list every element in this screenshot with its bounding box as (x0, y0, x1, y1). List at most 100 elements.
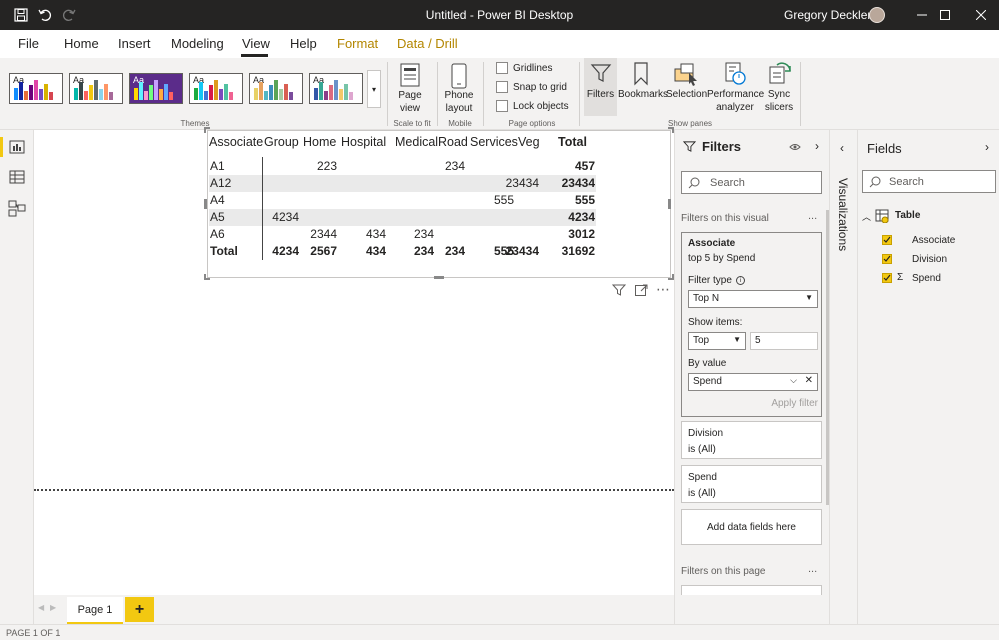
row-header[interactable]: A6 (210, 227, 225, 241)
column-header-medical[interactable]: Medical (395, 135, 438, 149)
page-tab-1[interactable]: Page 1 (67, 597, 123, 624)
column-header-total[interactable]: Total (558, 135, 587, 149)
page-filter-card-partial[interactable] (681, 585, 822, 595)
theme-thumbnail[interactable]: Aa (309, 73, 363, 104)
row-header[interactable]: A4 (210, 193, 225, 207)
more-options-button[interactable]: ⋯ (656, 281, 671, 298)
menu-tab-help[interactable]: Help (290, 36, 317, 51)
data-view-button[interactable] (8, 168, 26, 186)
report-view-button[interactable] (8, 138, 26, 156)
lock-checkbox[interactable] (496, 100, 508, 112)
add-page-button[interactable]: + (125, 597, 154, 622)
fields-search-placeholder: Search (889, 176, 924, 188)
filters-pane-button[interactable]: Filters (584, 58, 617, 116)
scroll-right-icon[interactable]: ▶ (50, 603, 56, 612)
field-item-division[interactable]: Division (882, 253, 992, 268)
themes-expand-button[interactable]: ▾ (367, 70, 381, 108)
table-cell: 4234 (272, 210, 299, 224)
user-name[interactable]: Gregory Deckler (784, 8, 871, 22)
sync-slicers-button[interactable]: Sync slicers (763, 58, 795, 116)
spend-filter-card[interactable]: Spend is (All) (681, 465, 822, 503)
phone-layout-button[interactable]: Phone layout (442, 61, 476, 117)
gridlines-option[interactable]: Gridlines (496, 62, 552, 74)
focus-mode-button[interactable] (634, 283, 648, 297)
chevron-down-icon[interactable]: ⌵ (790, 375, 797, 386)
division-filter-card[interactable]: Division is (All) (681, 421, 822, 459)
field-item-associate[interactable]: Associate (882, 234, 992, 249)
page-filters-more-button[interactable]: ... (808, 563, 817, 575)
snap-option[interactable]: Snap to grid (496, 81, 567, 93)
scale-group-label: Scale to fit (393, 119, 431, 128)
collapse-table-icon[interactable]: ︿ (862, 210, 871, 223)
menu-tab-data-drill[interactable]: Data / Drill (397, 36, 458, 51)
snap-checkbox[interactable] (496, 81, 508, 93)
filter-type-dropdown[interactable]: Top N ▼ (688, 290, 818, 308)
associate-filter-card[interactable]: Associate top 5 by Spend Filter type i T… (681, 232, 822, 417)
resize-handle-left[interactable] (204, 199, 207, 209)
selection-pane-button[interactable]: Selection (666, 58, 707, 116)
info-icon[interactable]: i (735, 276, 745, 285)
remove-field-icon[interactable]: ✕ (805, 375, 813, 386)
column-header-veg[interactable]: Veg (518, 135, 540, 149)
column-header-hospital[interactable]: Hospital (341, 135, 386, 149)
theme-thumbnail[interactable]: Aa (69, 73, 123, 104)
field-checkbox[interactable] (882, 254, 892, 264)
row-header[interactable]: A5 (210, 210, 225, 224)
visual-filters-more-button[interactable]: ... (808, 210, 817, 222)
menu-tab-insert[interactable]: Insert (118, 36, 151, 51)
column-header-home[interactable]: Home (303, 135, 336, 149)
table-cell: 31692 (561, 244, 595, 258)
theme-thumbnail[interactable]: Aa (9, 73, 63, 104)
mobile-group-label: Mobile (448, 119, 472, 128)
show-items-count-input[interactable]: 5 (750, 332, 818, 350)
resize-handle-bl[interactable] (204, 274, 210, 280)
field-checkbox[interactable] (882, 235, 892, 245)
eye-icon[interactable] (789, 141, 801, 155)
performance-analyzer-button[interactable]: Performance analyzer (707, 58, 764, 116)
menu-tab-home[interactable]: Home (64, 36, 99, 51)
model-view-button[interactable] (8, 199, 26, 217)
table-name[interactable]: Table (895, 210, 920, 221)
by-value-field-well[interactable]: Spend ⌵ ✕ (688, 373, 818, 391)
field-item-spend[interactable]: Σ Spend (882, 272, 992, 287)
page-view-button[interactable]: Page view (393, 61, 427, 117)
column-header-services[interactable]: Services (470, 135, 518, 149)
row-header[interactable]: A12 (210, 176, 231, 190)
resize-handle-right[interactable] (668, 199, 671, 209)
table-cell: 223 (316, 159, 337, 173)
scroll-left-icon[interactable]: ◀ (38, 603, 44, 612)
column-header-associate[interactable]: Associate (209, 135, 263, 149)
filters-search-input[interactable]: Search (681, 171, 822, 194)
collapse-fields-icon[interactable]: › (985, 140, 989, 154)
collapse-filters-icon[interactable]: › (815, 139, 819, 153)
theme-thumbnail[interactable]: Aa (249, 73, 303, 104)
theme-thumbnail[interactable]: Aa (189, 73, 243, 104)
avatar[interactable] (869, 7, 885, 23)
row-header[interactable]: A1 (210, 159, 225, 173)
visual-filter-button[interactable] (611, 283, 627, 297)
menu-tab-format[interactable]: Format (337, 36, 378, 51)
theme-thumbnail[interactable]: Aa (129, 73, 183, 104)
gridlines-checkbox[interactable] (496, 62, 508, 74)
menu-tab-view[interactable]: View (242, 36, 270, 51)
menu-tab-file[interactable]: File (18, 36, 39, 51)
visualizations-pane-collapsed[interactable]: ‹ Visualizations (829, 130, 857, 624)
add-data-fields-drop-zone[interactable]: Add data fields here (681, 509, 822, 545)
associate-filter-summary: top 5 by Spend (688, 253, 756, 264)
bookmarks-pane-button[interactable]: Bookmarks (618, 58, 668, 116)
menu-tab-modeling[interactable]: Modeling (171, 36, 224, 51)
field-checkbox[interactable] (882, 273, 892, 283)
show-items-direction-dropdown[interactable]: Top ▼ (688, 332, 746, 350)
expand-visualizations-icon[interactable]: ‹ (840, 141, 844, 155)
row-header[interactable]: Total (210, 244, 238, 258)
matrix-visual[interactable]: Associate Group Home Hospital Medical Road Ser… (207, 130, 671, 278)
lock-option[interactable]: Lock objects (496, 100, 569, 112)
column-header-road[interactable]: Road (438, 135, 468, 149)
apply-filter-button[interactable]: Apply filter (771, 398, 818, 409)
resize-handle-bottom[interactable] (434, 276, 444, 279)
resize-handle-tl[interactable] (204, 127, 210, 133)
column-header-group[interactable]: Group (264, 135, 299, 149)
fields-search-input[interactable]: Search (862, 170, 996, 193)
table-cell: 555 (574, 193, 595, 207)
close-button[interactable] (958, 0, 999, 30)
